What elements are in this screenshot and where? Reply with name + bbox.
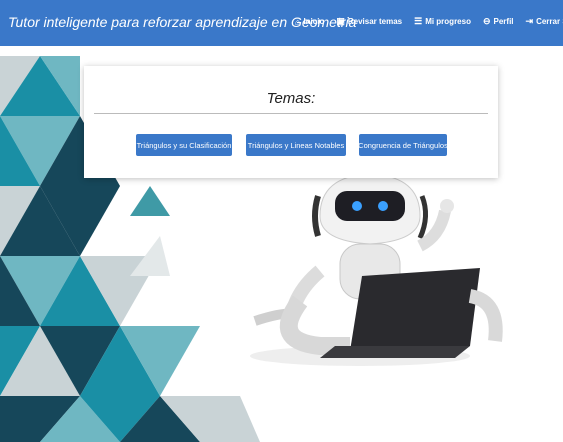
nav-perfil-label: Perfil (493, 17, 514, 26)
panel-title: Temas: (266, 90, 316, 107)
home-icon: ⌂ (295, 16, 301, 27)
book-icon: ▣ (336, 16, 345, 26)
divider (94, 113, 488, 114)
nav-revisar-temas-label: Revisar temas (347, 17, 403, 26)
nav-revisar-temas[interactable]: ▣ Revisar temas (336, 16, 402, 27)
nav-cerrar-sesion-label: Cerrar Sesión (536, 17, 563, 26)
topic-button-congruencia[interactable]: Congruencia de Triángulos (358, 134, 448, 156)
nav-inicio[interactable]: ⌂ Inicio (295, 16, 324, 27)
nav-inicio-label: Inicio (303, 17, 325, 26)
list-icon: ☰ (414, 16, 423, 26)
user-icon: ⊖ (482, 16, 491, 26)
logout-icon: ⇥ (525, 16, 534, 26)
nav-mi-progreso[interactable]: ☰ Mi progreso (414, 16, 471, 27)
topic-button-clasificacion[interactable]: Triángulos y su Clasificación (136, 134, 232, 156)
robot-illustration (250, 173, 503, 366)
topic-button-lineas-notables[interactable]: Triángulos y Lineas Notables (246, 134, 346, 156)
top-navbar: Tutor inteligente para reforzar aprendiz… (0, 0, 563, 46)
nav-links: ⌂ Inicio ▣ Revisar temas ☰ Mi progreso ⊖… (295, 16, 563, 27)
nav-cerrar-sesion[interactable]: ⇥ Cerrar Sesión (526, 16, 563, 27)
nav-mi-progreso-label: Mi progreso (425, 17, 471, 26)
nav-perfil[interactable]: ⊖ Perfil (483, 16, 514, 27)
topics-panel: Temas: Triángulos y su Clasificación Tri… (84, 66, 498, 178)
